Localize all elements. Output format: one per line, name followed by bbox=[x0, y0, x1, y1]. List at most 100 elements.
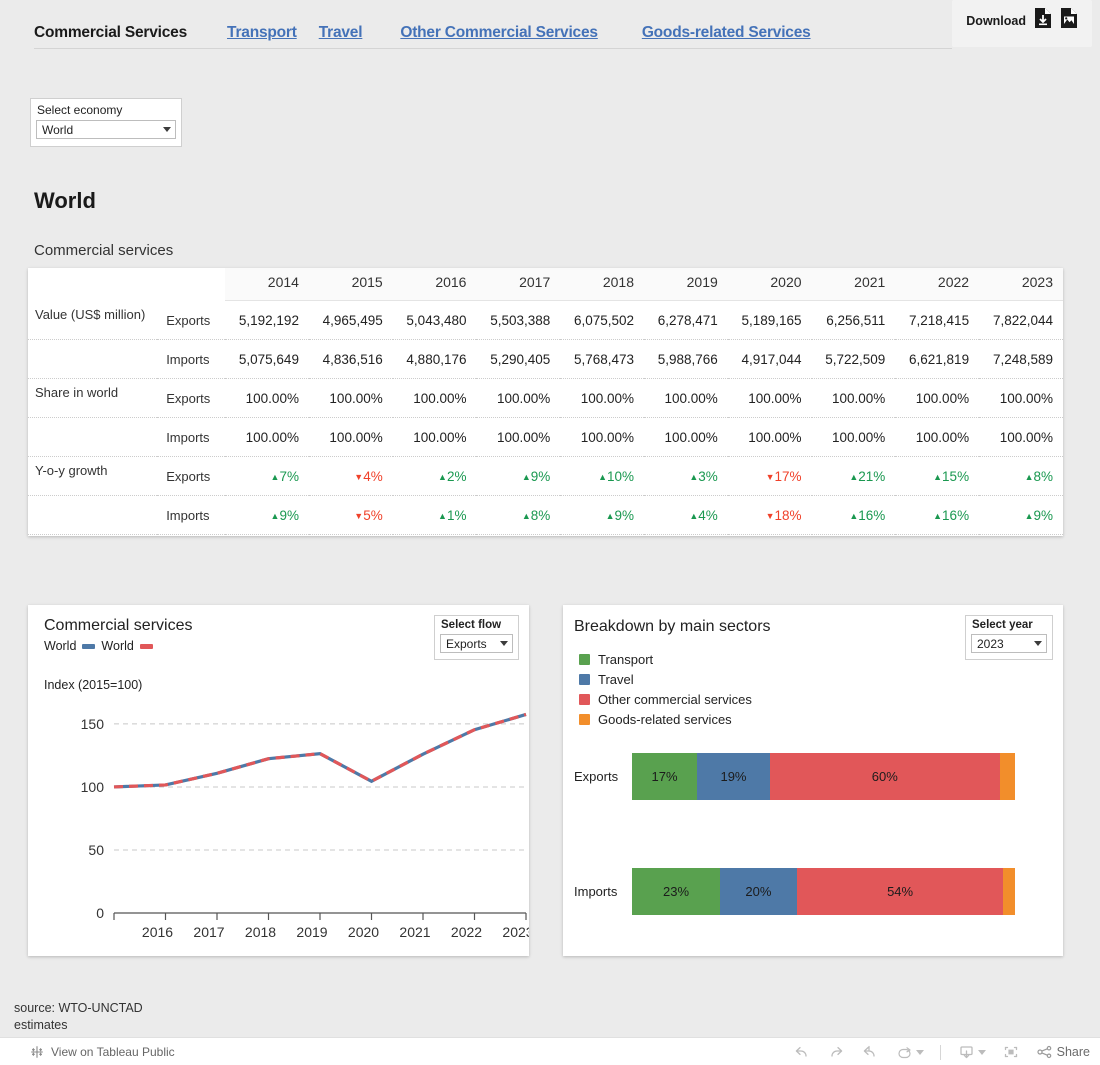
chevron-down-icon bbox=[163, 127, 171, 132]
table-cell: ▲10% bbox=[560, 456, 645, 496]
stacked-bar-row: Exports 17% 19% 60% bbox=[574, 753, 1052, 800]
table-group-label bbox=[28, 417, 158, 457]
line-chart-legend: World World bbox=[44, 639, 192, 653]
legend-item-travel[interactable]: Travel bbox=[579, 669, 752, 689]
legend-color-swatch bbox=[579, 673, 590, 685]
table-year-header: 2017 bbox=[476, 268, 561, 301]
table-group-label: Y-o-y growth bbox=[28, 456, 158, 496]
table-cell: ▼4% bbox=[308, 456, 393, 496]
bar-segment-goods-related-services[interactable] bbox=[1003, 868, 1015, 915]
line-series-1 bbox=[113, 712, 527, 789]
y-axis-tick-label: 0 bbox=[96, 905, 104, 921]
breakdown-title: Breakdown by main sectors bbox=[574, 618, 771, 635]
bar-segment-transport[interactable]: 23% bbox=[632, 868, 721, 915]
legend-color-swatch bbox=[579, 653, 590, 665]
legend-label-1: World bbox=[101, 639, 134, 653]
table-header-row: 2014 2015 2016 2017 2018 2019 2020 2021 2022 2023 bbox=[28, 268, 1063, 301]
table-cell: 5,503,388 bbox=[476, 300, 561, 340]
table-cell: ▲8% bbox=[979, 456, 1063, 496]
nav-item-goods-related-services[interactable]: Goods-related Services bbox=[642, 24, 811, 44]
legend-item-transport[interactable]: Transport bbox=[579, 649, 752, 669]
table-cell: 100.00% bbox=[895, 378, 980, 418]
legend-item-goods-related-services[interactable]: Goods-related services bbox=[579, 709, 752, 729]
table-year-header: 2022 bbox=[895, 268, 980, 301]
legend-item-other-commercial-services[interactable]: Other commercial services bbox=[579, 689, 752, 709]
bar-segment-goods-related-services[interactable] bbox=[999, 753, 1015, 800]
table-group-label: Share in world bbox=[28, 378, 158, 418]
table-flow-label: Imports bbox=[157, 495, 226, 535]
revert-button[interactable] bbox=[861, 1044, 879, 1060]
chevron-down-icon[interactable] bbox=[977, 1049, 986, 1055]
nav-item-travel[interactable]: Travel bbox=[319, 24, 363, 44]
select-year-dropdown[interactable]: 2023 bbox=[971, 634, 1047, 653]
legend-label-0: World bbox=[44, 639, 77, 653]
bar-segment-other-commercial-services[interactable]: 60% bbox=[769, 753, 1000, 800]
bar-segment-travel[interactable]: 20% bbox=[720, 868, 797, 915]
source-note: source: WTO-UNCTAD estimates bbox=[14, 1000, 143, 1034]
table-cell: ▲21% bbox=[811, 456, 896, 496]
table-cell: 5,192,192 bbox=[225, 300, 309, 340]
stacked-bar-row: Imports 23% 20% 54% bbox=[574, 868, 1052, 915]
bar-segment-other-commercial-services[interactable]: 54% bbox=[796, 868, 1004, 915]
statistics-table-card: 2014 2015 2016 2017 2018 2019 2020 2021 2022 2023… bbox=[28, 268, 1063, 536]
tableau-logo-icon bbox=[31, 1045, 43, 1058]
table-cell: 6,278,471 bbox=[644, 300, 728, 340]
table-cell: 100.00% bbox=[727, 417, 812, 457]
download-label: Download bbox=[966, 13, 1026, 28]
share-button[interactable]: Share bbox=[1036, 1044, 1090, 1060]
refresh-button[interactable] bbox=[895, 1044, 924, 1060]
legend-item-label: Travel bbox=[598, 671, 634, 687]
redo-button[interactable] bbox=[827, 1044, 845, 1060]
legend-item-label: Other commercial services bbox=[598, 691, 752, 707]
table-cell: 100.00% bbox=[560, 417, 645, 457]
select-flow-dropdown[interactable]: Exports bbox=[440, 634, 513, 653]
select-economy-dropdown[interactable]: World bbox=[36, 120, 176, 139]
table-cell: 100.00% bbox=[560, 378, 645, 418]
chevron-down-icon bbox=[500, 641, 508, 646]
table-cell: ▲16% bbox=[811, 495, 896, 535]
x-axis-tick-label: 2021 bbox=[399, 924, 430, 940]
table-cell: 6,256,511 bbox=[811, 300, 896, 340]
line-chart-header: Commercial services World World bbox=[44, 617, 192, 653]
table-cell: ▲8% bbox=[476, 495, 561, 535]
legend-swatch-series-2 bbox=[139, 643, 153, 649]
table-flow-label: Exports bbox=[157, 378, 226, 418]
table-group-label bbox=[28, 495, 158, 535]
bar-segment-travel[interactable]: 19% bbox=[697, 753, 770, 800]
x-axis-tick-label: 2017 bbox=[193, 924, 224, 940]
table-cell: 100.00% bbox=[308, 378, 393, 418]
table-cell: 5,988,766 bbox=[644, 339, 728, 379]
chevron-down-icon[interactable] bbox=[915, 1049, 924, 1055]
table-head: 2014 2015 2016 2017 2018 2019 2020 2021 2022 2023 bbox=[28, 268, 1063, 301]
table-row: Value (US$ million) Exports 5,192,192 4,965… bbox=[28, 300, 1063, 340]
table-cell: 4,880,176 bbox=[392, 339, 477, 379]
y-axis-tick-label: 100 bbox=[81, 779, 105, 795]
nav-item-commercial-services: Commercial Services bbox=[34, 24, 188, 41]
nav-item-transport[interactable]: Transport bbox=[227, 24, 297, 44]
nav-item-other-commercial-services[interactable]: Other Commercial Services bbox=[400, 24, 598, 44]
download-panel[interactable]: Download bbox=[952, 0, 1092, 47]
table-cell: ▲9% bbox=[225, 495, 309, 535]
download-button[interactable] bbox=[957, 1044, 986, 1060]
view-on-tableau-public-link[interactable]: View on Tableau Public bbox=[30, 1045, 175, 1059]
select-flow-label: Select flow bbox=[441, 619, 502, 631]
table-cell: 5,189,165 bbox=[727, 300, 812, 340]
line-series-2 bbox=[113, 712, 527, 789]
table-cell: 5,768,473 bbox=[560, 339, 645, 379]
bar-segment-transport[interactable]: 17% bbox=[632, 753, 698, 800]
legend-swatch-series-1 bbox=[82, 643, 96, 649]
statistics-table: 2014 2015 2016 2017 2018 2019 2020 2021 2022 2023… bbox=[28, 268, 1063, 535]
table-caption: Commercial services bbox=[34, 242, 174, 259]
table-corner-cell-2 bbox=[157, 268, 226, 301]
table-year-header: 2016 bbox=[392, 268, 477, 301]
table-body: Value (US$ million) Exports 5,192,192 4,965… bbox=[28, 300, 1063, 535]
x-axis-tick-label: 2022 bbox=[451, 924, 482, 940]
table-flow-label: Imports bbox=[157, 339, 226, 379]
table-cell: ▲7% bbox=[225, 456, 309, 496]
table-cell: 100.00% bbox=[727, 378, 812, 418]
undo-button[interactable] bbox=[793, 1044, 811, 1060]
fullscreen-button[interactable] bbox=[1002, 1044, 1020, 1060]
download-file-icon[interactable] bbox=[1034, 8, 1052, 33]
tableau-status-bar: View on Tableau Public Share bbox=[0, 1037, 1100, 1065]
download-image-icon[interactable] bbox=[1060, 8, 1078, 33]
